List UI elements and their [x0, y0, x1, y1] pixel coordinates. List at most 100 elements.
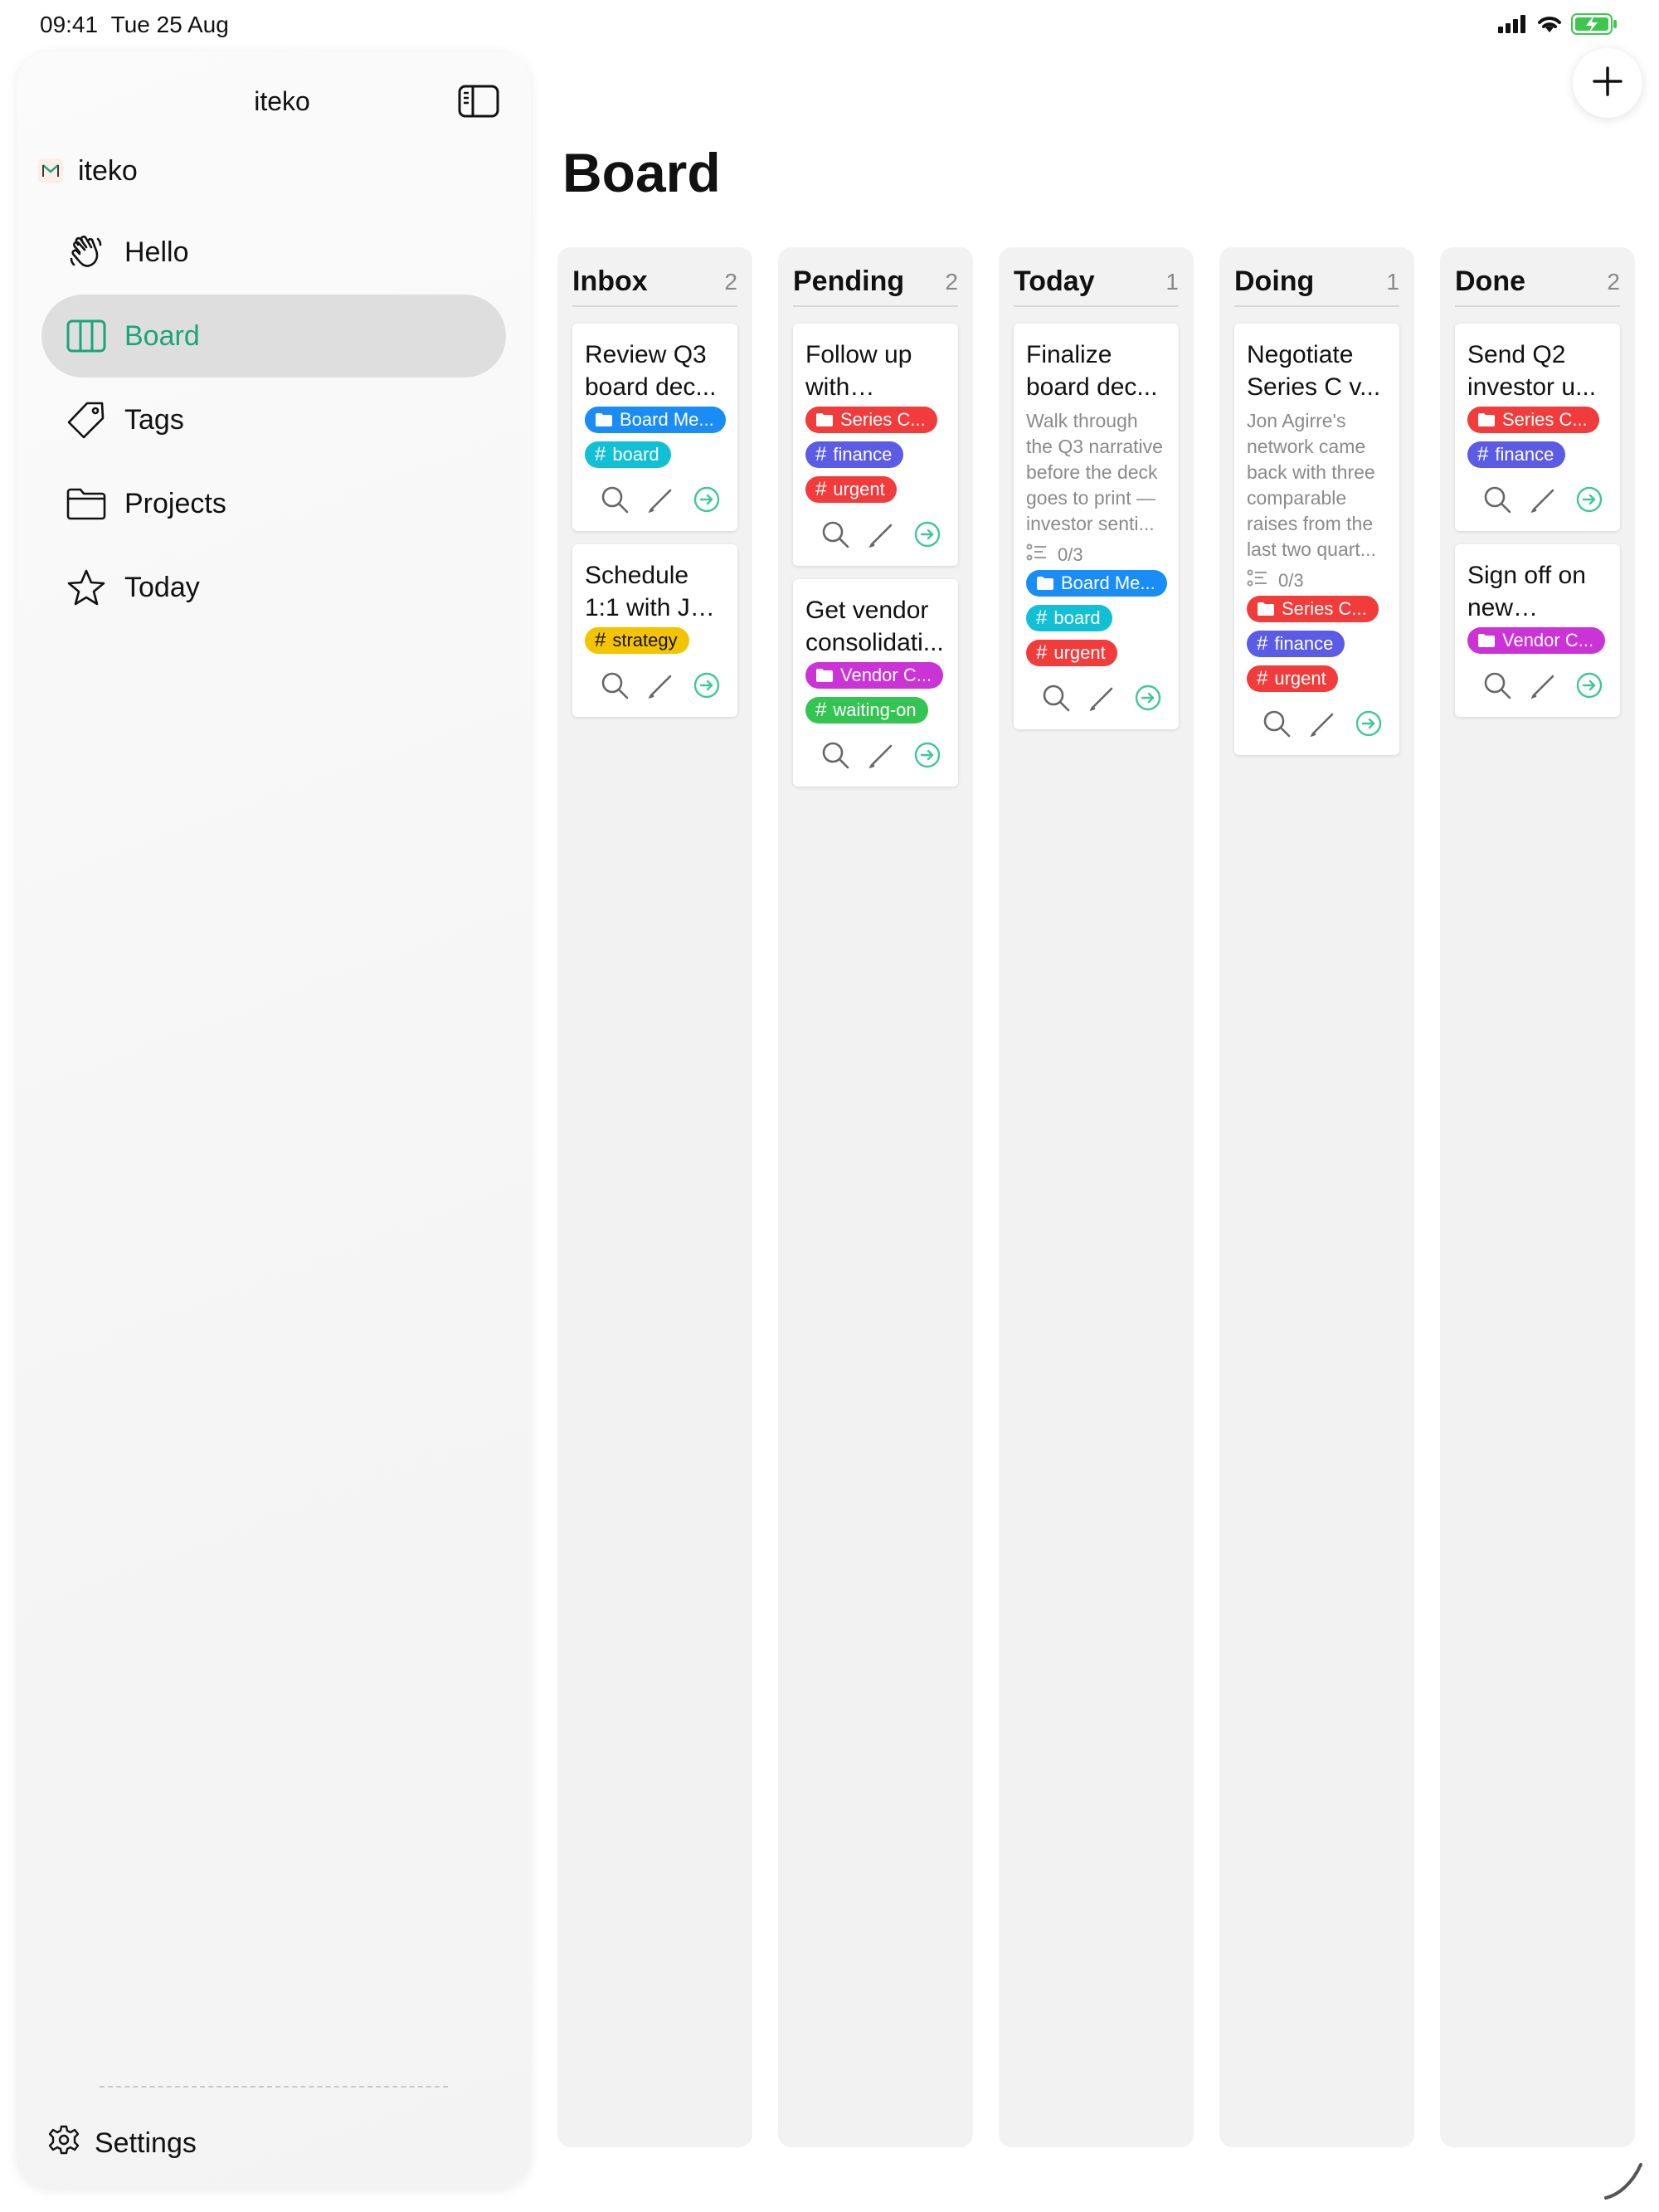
tag-badge[interactable]: # strategy	[585, 627, 689, 654]
tag-label: Vendor C...	[840, 665, 932, 685]
card-tags: Series C... # finance # urgent	[1247, 596, 1388, 700]
card-title: Sign off on new vendo...	[1467, 562, 1586, 621]
hash-icon: #	[1257, 632, 1268, 655]
move-arrow-icon[interactable]	[913, 520, 941, 553]
task-card[interactable]: Schedule 1:1 with Jon A... # strategy	[572, 544, 737, 717]
move-arrow-icon[interactable]	[1575, 671, 1603, 704]
settings-label: Settings	[95, 2127, 197, 2159]
tag-label: board	[1053, 607, 1101, 628]
task-card[interactable]: Get vendor consolidati... Vendor C... # wai…	[793, 579, 958, 787]
tag-label: strategy	[612, 630, 678, 650]
settings-button[interactable]: Settings	[48, 2124, 197, 2163]
project-badge[interactable]: Board Me...	[585, 407, 726, 433]
project-badge[interactable]: Board Me...	[1026, 570, 1167, 597]
tag-label: urgent	[1053, 642, 1106, 663]
task-card[interactable]: Finalize board dec... Walk through the Q3…	[1014, 324, 1179, 729]
tag-label: Vendor C...	[1502, 630, 1594, 650]
folder-icon	[1477, 412, 1496, 427]
move-arrow-icon[interactable]	[1355, 709, 1383, 742]
folder-icon	[1477, 633, 1496, 648]
tag-badge[interactable]: # urgent	[1026, 640, 1117, 666]
edit-pencil-icon[interactable]	[1530, 486, 1557, 517]
move-arrow-icon[interactable]	[693, 671, 721, 704]
column-header: Pending 2	[793, 264, 958, 307]
edit-pencil-icon[interactable]	[868, 521, 895, 552]
project-badge[interactable]: Series C...	[805, 407, 937, 433]
card-tags: Vendor C... # waiting-on	[805, 662, 946, 732]
move-arrow-icon[interactable]	[1134, 684, 1162, 716]
card-tags: Board Me... # board	[585, 407, 726, 476]
move-arrow-icon[interactable]	[693, 485, 721, 518]
column-header: Inbox 2	[572, 264, 737, 307]
sidebar-item-today[interactable]: Today	[41, 546, 506, 629]
edit-pencil-icon[interactable]	[648, 486, 674, 517]
search-icon[interactable]	[820, 519, 850, 553]
tag-badge[interactable]: # urgent	[1247, 665, 1338, 692]
hash-icon: #	[595, 629, 606, 651]
sidebar-item-tags[interactable]: Tags	[41, 378, 506, 461]
tag-badge[interactable]: # board	[1026, 605, 1112, 631]
task-card[interactable]: Send Q2 investor u... Series C... # finance	[1455, 324, 1620, 531]
search-icon[interactable]	[1482, 670, 1512, 704]
column-name: Today	[1014, 266, 1095, 297]
card-actions	[1026, 675, 1167, 729]
search-icon[interactable]	[1041, 683, 1071, 717]
task-card[interactable]: Negotiate Series C v... Jon Agirre's netw…	[1234, 324, 1399, 755]
project-badge[interactable]: Series C...	[1247, 596, 1379, 622]
card-actions	[585, 662, 726, 717]
battery-charging-icon	[1571, 13, 1618, 39]
pencil-corner-icon	[1603, 2158, 1646, 2205]
status-date: Tue 25 Aug	[110, 12, 229, 37]
folder-icon	[595, 412, 613, 427]
sidebar-item-hello[interactable]: Hello	[41, 211, 506, 294]
hash-icon: #	[815, 478, 827, 500]
tag-badge[interactable]: # finance	[805, 441, 904, 468]
tag-badge[interactable]: # finance	[1247, 631, 1345, 657]
search-icon[interactable]	[600, 670, 630, 704]
board-column-today: Today 1 Finalize board dec... Walk through …	[999, 247, 1194, 2147]
board-column-inbox: Inbox 2 Review Q3 board dec... Board Me... #…	[557, 247, 752, 2147]
workspace-selector[interactable]: iteko	[38, 149, 138, 192]
search-icon[interactable]	[600, 485, 630, 519]
tag-badge[interactable]: # waiting-on	[805, 697, 928, 724]
tag-badge[interactable]: # finance	[1467, 441, 1566, 468]
tag-label: Board Me...	[620, 409, 714, 430]
tag-badge[interactable]: # urgent	[805, 476, 897, 503]
edit-pencil-icon[interactable]	[1089, 685, 1116, 715]
edit-pencil-icon[interactable]	[868, 742, 895, 772]
sidebar-item-label: Tags	[124, 403, 184, 436]
task-card[interactable]: Sign off on new vendo... Vendor C...	[1455, 544, 1620, 717]
sidebar-item-projects[interactable]: Projects	[41, 462, 506, 545]
edit-pencil-icon[interactable]	[648, 672, 674, 703]
card-tags: Series C... # finance	[1467, 407, 1608, 476]
project-badge[interactable]: Series C...	[1467, 407, 1599, 433]
hash-icon: #	[1036, 607, 1048, 629]
tag-label: finance	[833, 444, 893, 465]
project-badge[interactable]: Vendor C...	[1467, 627, 1606, 654]
project-badge[interactable]: Vendor C...	[805, 662, 944, 689]
tag-badge[interactable]: # board	[585, 441, 671, 468]
tag-label: urgent	[1274, 668, 1326, 689]
card-actions	[1467, 662, 1608, 717]
card-tags: Board Me... # board # urgent	[1026, 570, 1167, 675]
edit-pencil-icon[interactable]	[1310, 710, 1336, 741]
card-title: Schedule 1:1 with Jon A...	[585, 562, 718, 621]
task-card[interactable]: Follow up with Amaia... Series C... # finan…	[793, 324, 958, 566]
move-arrow-icon[interactable]	[913, 741, 941, 773]
search-icon[interactable]	[1482, 485, 1512, 519]
task-card[interactable]: Review Q3 board dec... Board Me... # board	[572, 324, 737, 531]
move-arrow-icon[interactable]	[1575, 485, 1603, 518]
edit-pencil-icon[interactable]	[1530, 672, 1557, 703]
tag-label: Series C...	[840, 409, 926, 430]
hash-icon: #	[815, 699, 827, 721]
sidebar-item-label: Today	[124, 571, 200, 603]
sidebar-toggle-icon[interactable]	[458, 85, 499, 118]
column-count: 1	[1165, 269, 1179, 295]
tag-label: Series C...	[1282, 598, 1367, 619]
search-icon[interactable]	[1262, 709, 1292, 743]
sidebar-item-board[interactable]: Board	[41, 295, 506, 378]
search-icon[interactable]	[820, 740, 850, 774]
status-time: 09:41	[40, 12, 99, 37]
add-button[interactable]	[1573, 48, 1642, 118]
status-time-date: 09:41 Tue 25 Aug	[40, 12, 229, 38]
